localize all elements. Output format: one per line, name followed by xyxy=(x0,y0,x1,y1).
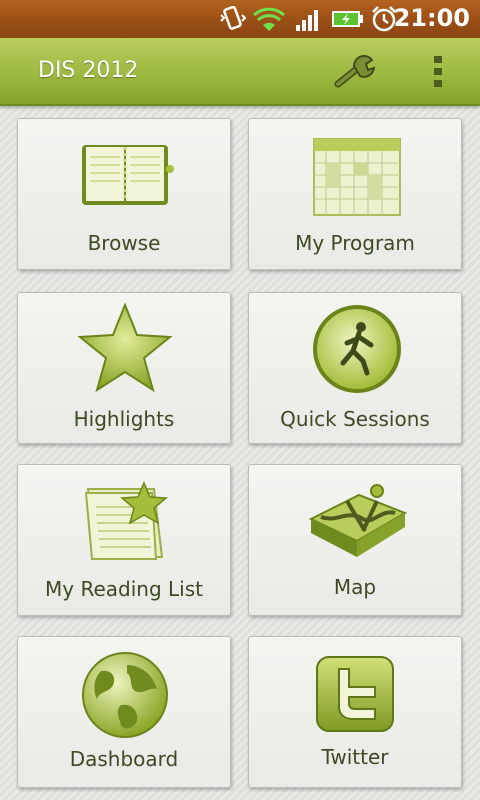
tile-dashboard[interactable]: Dashboard xyxy=(17,636,231,788)
map-icon xyxy=(308,484,407,557)
status-bar: 21:00 xyxy=(0,0,480,38)
tile-my-program[interactable]: My Program xyxy=(248,118,462,270)
tile-my-reading-list[interactable]: My Reading List xyxy=(17,464,231,616)
globe-icon xyxy=(82,652,168,738)
tile-highlights[interactable]: Highlights xyxy=(17,292,231,444)
book-icon xyxy=(82,145,174,205)
tile-label: Highlights xyxy=(73,407,175,431)
tile-label: My Program xyxy=(295,231,415,255)
tile-twitter[interactable]: Twitter xyxy=(248,636,462,788)
tile-label: Browse xyxy=(87,231,161,255)
tile-label: Quick Sessions xyxy=(280,407,430,431)
runner-icon xyxy=(313,305,401,393)
tile-label: Map xyxy=(333,575,377,599)
star-icon xyxy=(77,303,173,393)
tile-quick-sessions[interactable]: Quick Sessions xyxy=(248,292,462,444)
signal-icon xyxy=(296,10,318,31)
tile-map[interactable]: Map xyxy=(248,464,462,616)
calendar-icon xyxy=(313,138,401,216)
tile-browse[interactable]: Browse xyxy=(17,118,231,270)
app-title: DIS 2012 xyxy=(38,58,139,83)
action-bar: DIS 2012 xyxy=(0,38,480,106)
battery-charging-icon xyxy=(332,11,363,27)
reading-list-icon xyxy=(84,481,168,560)
tile-label: Dashboard xyxy=(69,747,179,771)
tile-label: My Reading List xyxy=(45,577,203,601)
twitter-icon xyxy=(316,656,394,732)
tile-label: Twitter xyxy=(321,745,389,769)
vibrate-icon xyxy=(220,5,246,30)
status-time: 21:00 xyxy=(393,4,470,32)
overflow-menu-icon[interactable] xyxy=(426,54,450,90)
wrench-icon[interactable] xyxy=(332,54,378,90)
wifi-icon xyxy=(252,7,286,31)
